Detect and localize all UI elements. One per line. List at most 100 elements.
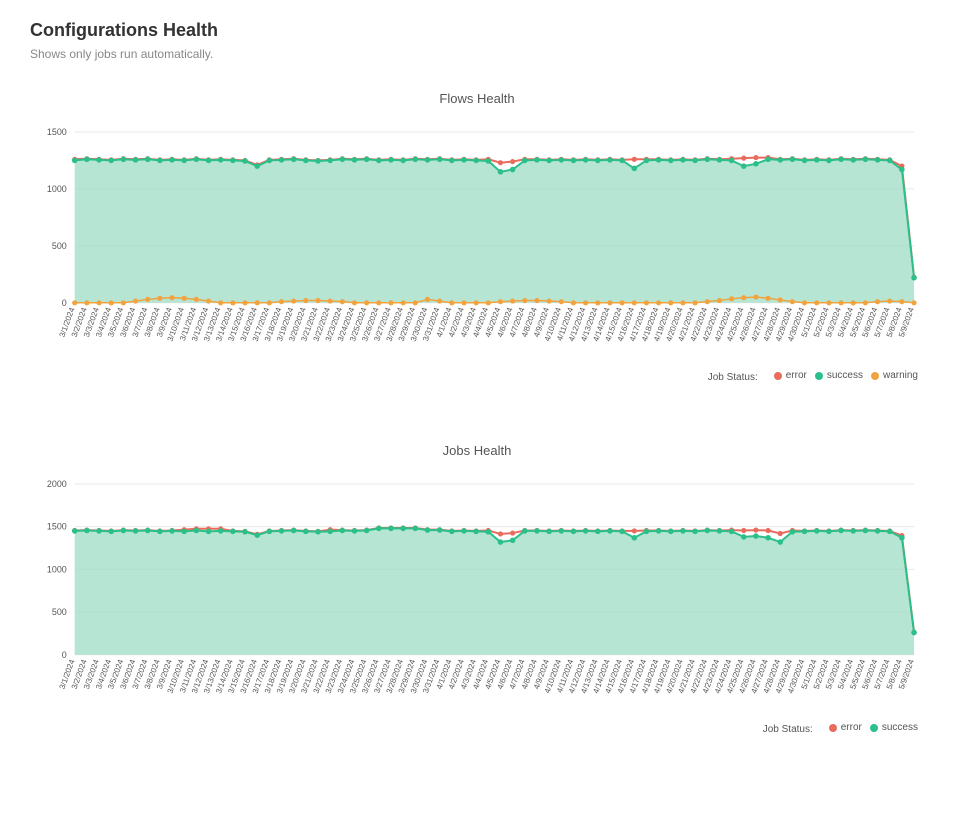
y-tick-label: 1000 <box>47 564 67 574</box>
page-subtitle: Shows only jobs run automatically. <box>30 47 924 61</box>
data-point-success <box>863 157 869 163</box>
data-point-error <box>765 528 770 533</box>
chart-svg: 05001000150020003/1/20243/2/20243/3/2024… <box>30 476 924 714</box>
data-point-success <box>254 163 260 169</box>
data-point-success <box>887 158 893 164</box>
data-point-warning <box>790 299 795 304</box>
data-point-success <box>327 528 333 534</box>
data-point-success <box>644 158 650 164</box>
data-point-success <box>400 158 406 164</box>
legend-item-warning[interactable]: warning <box>871 370 918 381</box>
data-point-error <box>741 156 746 161</box>
data-point-success <box>668 158 674 164</box>
data-point-success <box>364 528 370 534</box>
data-point-success <box>863 528 869 534</box>
data-point-success <box>826 528 832 534</box>
data-point-success <box>364 157 370 163</box>
data-point-success <box>315 158 321 164</box>
data-point-success <box>802 528 808 534</box>
data-point-success <box>437 527 443 533</box>
data-point-success <box>583 157 589 163</box>
data-point-warning <box>182 296 187 301</box>
data-point-error <box>741 528 746 533</box>
data-point-success <box>765 535 771 541</box>
data-point-warning <box>364 300 369 305</box>
data-point-success <box>376 158 382 164</box>
data-point-success <box>644 528 650 534</box>
data-point-success <box>230 528 236 534</box>
data-point-success <box>631 166 637 172</box>
data-point-warning <box>887 299 892 304</box>
data-point-success <box>388 157 394 163</box>
series-area-success <box>75 528 914 654</box>
data-point-success <box>413 525 419 531</box>
data-point-warning <box>510 299 515 304</box>
data-point-success <box>145 528 151 534</box>
data-point-warning <box>705 299 710 304</box>
legend-dot-icon <box>871 372 879 380</box>
data-point-success <box>425 527 431 533</box>
data-point-success <box>340 528 346 534</box>
data-point-warning <box>668 300 673 305</box>
data-point-success <box>729 158 735 164</box>
data-point-error <box>753 155 758 160</box>
data-point-warning <box>413 300 418 305</box>
data-point-warning <box>838 300 843 305</box>
data-point-success <box>546 158 552 164</box>
data-point-success <box>194 157 200 163</box>
data-point-success <box>303 528 309 534</box>
legend-item-label: error <box>786 370 807 381</box>
data-point-warning <box>84 300 89 305</box>
data-point-warning <box>157 296 162 301</box>
data-point-success <box>607 528 613 534</box>
data-point-success <box>145 157 151 163</box>
data-point-error <box>632 157 637 162</box>
data-point-success <box>729 528 735 534</box>
data-point-warning <box>425 297 430 302</box>
data-point-success <box>388 525 394 531</box>
data-point-success <box>899 167 905 173</box>
data-point-success <box>413 157 419 163</box>
data-point-warning <box>474 300 479 305</box>
legend-item-error[interactable]: error <box>774 370 807 381</box>
data-point-success <box>352 528 358 534</box>
data-point-success <box>802 158 808 164</box>
legend-item-error[interactable]: error <box>829 722 862 733</box>
data-point-success <box>230 158 236 164</box>
data-point-error <box>632 528 637 533</box>
data-point-warning <box>267 300 272 305</box>
data-point-success <box>376 525 382 531</box>
data-point-success <box>340 157 346 163</box>
data-point-success <box>315 529 321 535</box>
legend-item-success[interactable]: success <box>815 370 863 381</box>
data-point-success <box>704 528 710 534</box>
data-point-success <box>826 158 832 164</box>
data-point-success <box>242 529 248 535</box>
data-point-success <box>692 158 698 164</box>
data-point-warning <box>802 300 807 305</box>
data-point-success <box>206 528 212 534</box>
data-point-success <box>777 157 783 163</box>
data-point-success <box>583 528 589 534</box>
data-point-success <box>267 158 273 164</box>
data-point-error <box>510 530 515 535</box>
legend-item-success[interactable]: success <box>870 722 918 733</box>
data-point-warning <box>206 299 211 304</box>
series-area-success <box>75 159 914 303</box>
data-point-warning <box>194 297 199 302</box>
data-point-success <box>814 157 820 163</box>
data-point-warning <box>133 299 138 304</box>
data-point-warning <box>218 300 223 305</box>
data-point-success <box>218 528 224 534</box>
data-point-success <box>607 157 613 163</box>
data-point-success <box>352 157 358 163</box>
data-point-warning <box>778 297 783 302</box>
data-point-error <box>498 531 503 536</box>
data-point-success <box>218 157 224 163</box>
data-point-success <box>279 157 285 163</box>
data-point-success <box>498 169 504 175</box>
legend-item-label: success <box>827 370 863 381</box>
data-point-warning <box>72 300 77 305</box>
data-point-success <box>717 528 723 534</box>
data-point-warning <box>899 299 904 304</box>
